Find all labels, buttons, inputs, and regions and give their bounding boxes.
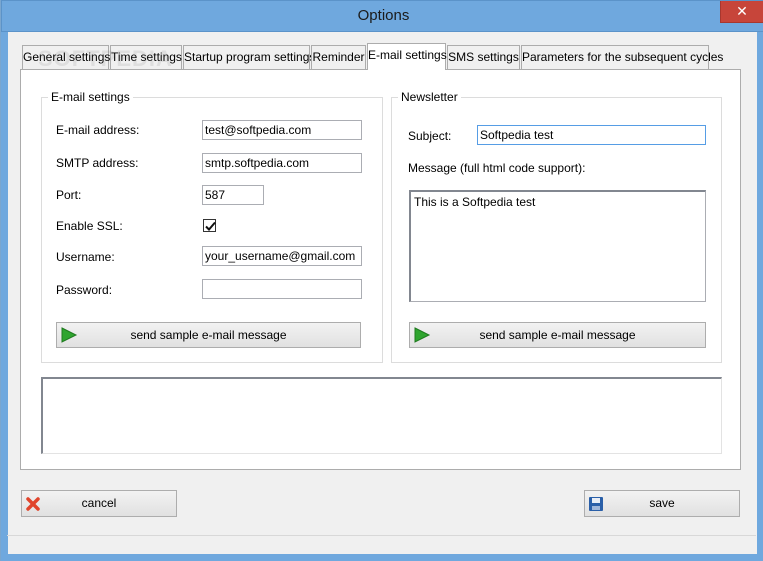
newsletter-send-sample-button[interactable]: send sample e-mail message — [409, 322, 706, 348]
email-address-label: E-mail address: — [56, 123, 140, 137]
cancel-button[interactable]: cancel — [21, 490, 177, 517]
window-border-left — [1, 32, 8, 561]
log-output-area[interactable] — [41, 377, 722, 454]
green-play-arrow-icon — [61, 327, 78, 343]
username-field[interactable]: your_username@gmail.com — [202, 246, 362, 266]
save-button[interactable]: save — [584, 490, 740, 517]
port-label: Port: — [56, 188, 82, 202]
tab-reminder[interactable]: Reminder — [311, 45, 366, 69]
username-label: Username: — [56, 250, 115, 264]
password-label: Password: — [56, 283, 113, 297]
smtp-address-field[interactable]: smtp.softpedia.com — [202, 153, 362, 173]
tab-email-settings[interactable]: E-mail settings — [367, 43, 447, 70]
status-separator — [7, 535, 756, 536]
enable-ssl-checkbox[interactable] — [203, 219, 216, 232]
tab-startup-program-settings[interactable]: Startup program settings — [183, 45, 315, 69]
close-button[interactable]: ✕ — [720, 1, 763, 23]
email-settings-group-title: E-mail settings — [48, 90, 133, 104]
password-field[interactable] — [202, 279, 362, 299]
red-x-icon — [26, 497, 40, 511]
newsletter-send-sample-label: send sample e-mail message — [479, 328, 636, 342]
message-textarea[interactable]: This is a Softpedia test — [409, 190, 706, 302]
save-label: save — [649, 496, 675, 510]
email-send-sample-button[interactable]: send sample e-mail message — [56, 322, 361, 348]
enable-ssl-label: Enable SSL: — [56, 219, 123, 233]
window-border-bottom — [1, 554, 763, 561]
smtp-address-label: SMTP address: — [56, 156, 139, 170]
cancel-label: cancel — [81, 496, 117, 510]
title-bar[interactable]: Options ✕ — [1, 0, 763, 32]
newsletter-group-title: Newsletter — [398, 90, 461, 104]
checkmark-icon — [205, 221, 216, 231]
tab-parameters-subsequent-cycles[interactable]: Parameters for the subsequent cycles — [521, 45, 723, 69]
floppy-disk-icon — [589, 497, 603, 511]
window-border-right — [757, 32, 763, 561]
port-field[interactable]: 587 — [202, 185, 264, 205]
watermark: SOFTPEDIA — [38, 46, 173, 71]
email-address-field[interactable]: test@softpedia.com — [202, 120, 362, 140]
green-play-arrow-icon — [414, 327, 431, 343]
message-label: Message (full html code support): — [408, 161, 586, 175]
subject-label: Subject: — [408, 129, 452, 143]
window-title: Options — [357, 7, 410, 24]
email-send-sample-label: send sample e-mail message — [130, 328, 287, 342]
tab-sms-settings[interactable]: SMS settings — [447, 45, 520, 69]
subject-field[interactable]: Softpedia test — [477, 125, 706, 145]
close-icon: ✕ — [736, 3, 748, 19]
